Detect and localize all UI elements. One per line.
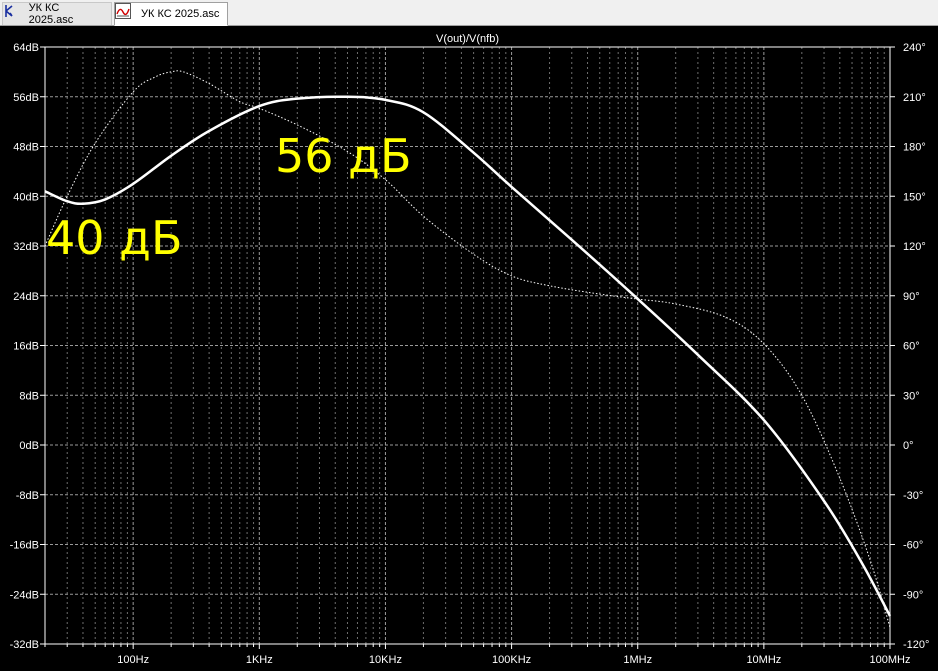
y-axis-right-labels: 240° 210° 180° 150° 120° 90° 60° 30° 0° -30° -60° -… — [903, 42, 929, 651]
tab-schematic[interactable]: УК КС 2025.asc — [2, 2, 112, 26]
waveform-viewer[interactable]: V(out)/V(nfb) 100Hz 1KHz 10KHz 100KHz 1MHz 10… — [0, 26, 938, 671]
y-left-tick-label: -24dB — [10, 589, 39, 601]
x-axis-labels: 100Hz 1KHz 10KHz 100KHz 1MHz 10MHz 100MHz — [117, 654, 910, 666]
x-tick-label: 100MHz — [870, 654, 911, 666]
y-right-tick-label: 180° — [903, 142, 926, 154]
y-right-tick-label: -60° — [903, 540, 923, 552]
y-left-tick-label: 64dB — [13, 42, 39, 54]
y-right-tick-label: 0° — [903, 440, 914, 452]
annotation-40db: 40 дБ — [46, 211, 183, 265]
x-tick-label: 1MHz — [623, 654, 652, 666]
y-left-tick-label: 56dB — [13, 92, 39, 104]
y-left-tick-label: 40dB — [13, 191, 39, 203]
schematic-icon — [5, 5, 23, 22]
chart-title: V(out)/V(nfb) — [436, 33, 499, 45]
y-left-tick-label: -8dB — [16, 490, 39, 502]
annotation-56db: 56 дБ — [275, 129, 412, 183]
magnitude-line — [44, 95, 892, 617]
y-right-tick-label: 120° — [903, 241, 926, 253]
x-tick-label: 100Hz — [117, 654, 149, 666]
tab-waveform[interactable]: УК КС 2025.asc — [114, 2, 228, 26]
y-left-tick-label: 32dB — [13, 241, 39, 253]
y-right-tick-label: -90° — [903, 589, 923, 601]
y-right-tick-label: 240° — [903, 42, 926, 54]
bode-plot[interactable]: V(out)/V(nfb) 100Hz 1KHz 10KHz 100KHz 1MHz 10… — [0, 26, 938, 671]
axis-ticks — [40, 46, 895, 649]
tab-waveform-label: УК КС 2025.asc — [141, 8, 220, 20]
y-left-tick-label: 16dB — [13, 341, 39, 353]
y-left-tick-label: 0dB — [19, 440, 39, 452]
y-left-tick-label: 8dB — [19, 390, 39, 402]
y-right-tick-label: 210° — [903, 92, 926, 104]
y-left-tick-label: -32dB — [10, 639, 39, 651]
y-axis-left-labels: 64dB 56dB 48dB 40dB 32dB 24dB 16dB 8dB 0dB -8dB -1… — [10, 42, 39, 651]
y-left-tick-label: 24dB — [13, 291, 39, 303]
plot-grid — [44, 47, 891, 644]
y-left-tick-label: -16dB — [10, 540, 39, 552]
y-right-tick-label: 60° — [903, 341, 920, 353]
y-right-tick-label: 30° — [903, 390, 920, 402]
x-tick-label: 1KHz — [246, 654, 273, 666]
tab-schematic-label: УК КС 2025.asc — [28, 2, 74, 26]
y-right-tick-label: 150° — [903, 191, 926, 203]
document-tab-bar: УК КС 2025.asc УК КС 2025.asc — [0, 0, 938, 26]
y-right-tick-label: 90° — [903, 291, 920, 303]
series-group — [44, 70, 892, 628]
y-right-tick-label: -30° — [903, 490, 923, 502]
x-tick-label: 100KHz — [492, 654, 531, 666]
x-tick-label: 10KHz — [369, 654, 402, 666]
waveform-icon — [115, 3, 135, 22]
y-right-tick-label: -120° — [903, 639, 929, 651]
y-left-tick-label: 48dB — [13, 142, 39, 154]
x-tick-label: 10MHz — [746, 654, 781, 666]
